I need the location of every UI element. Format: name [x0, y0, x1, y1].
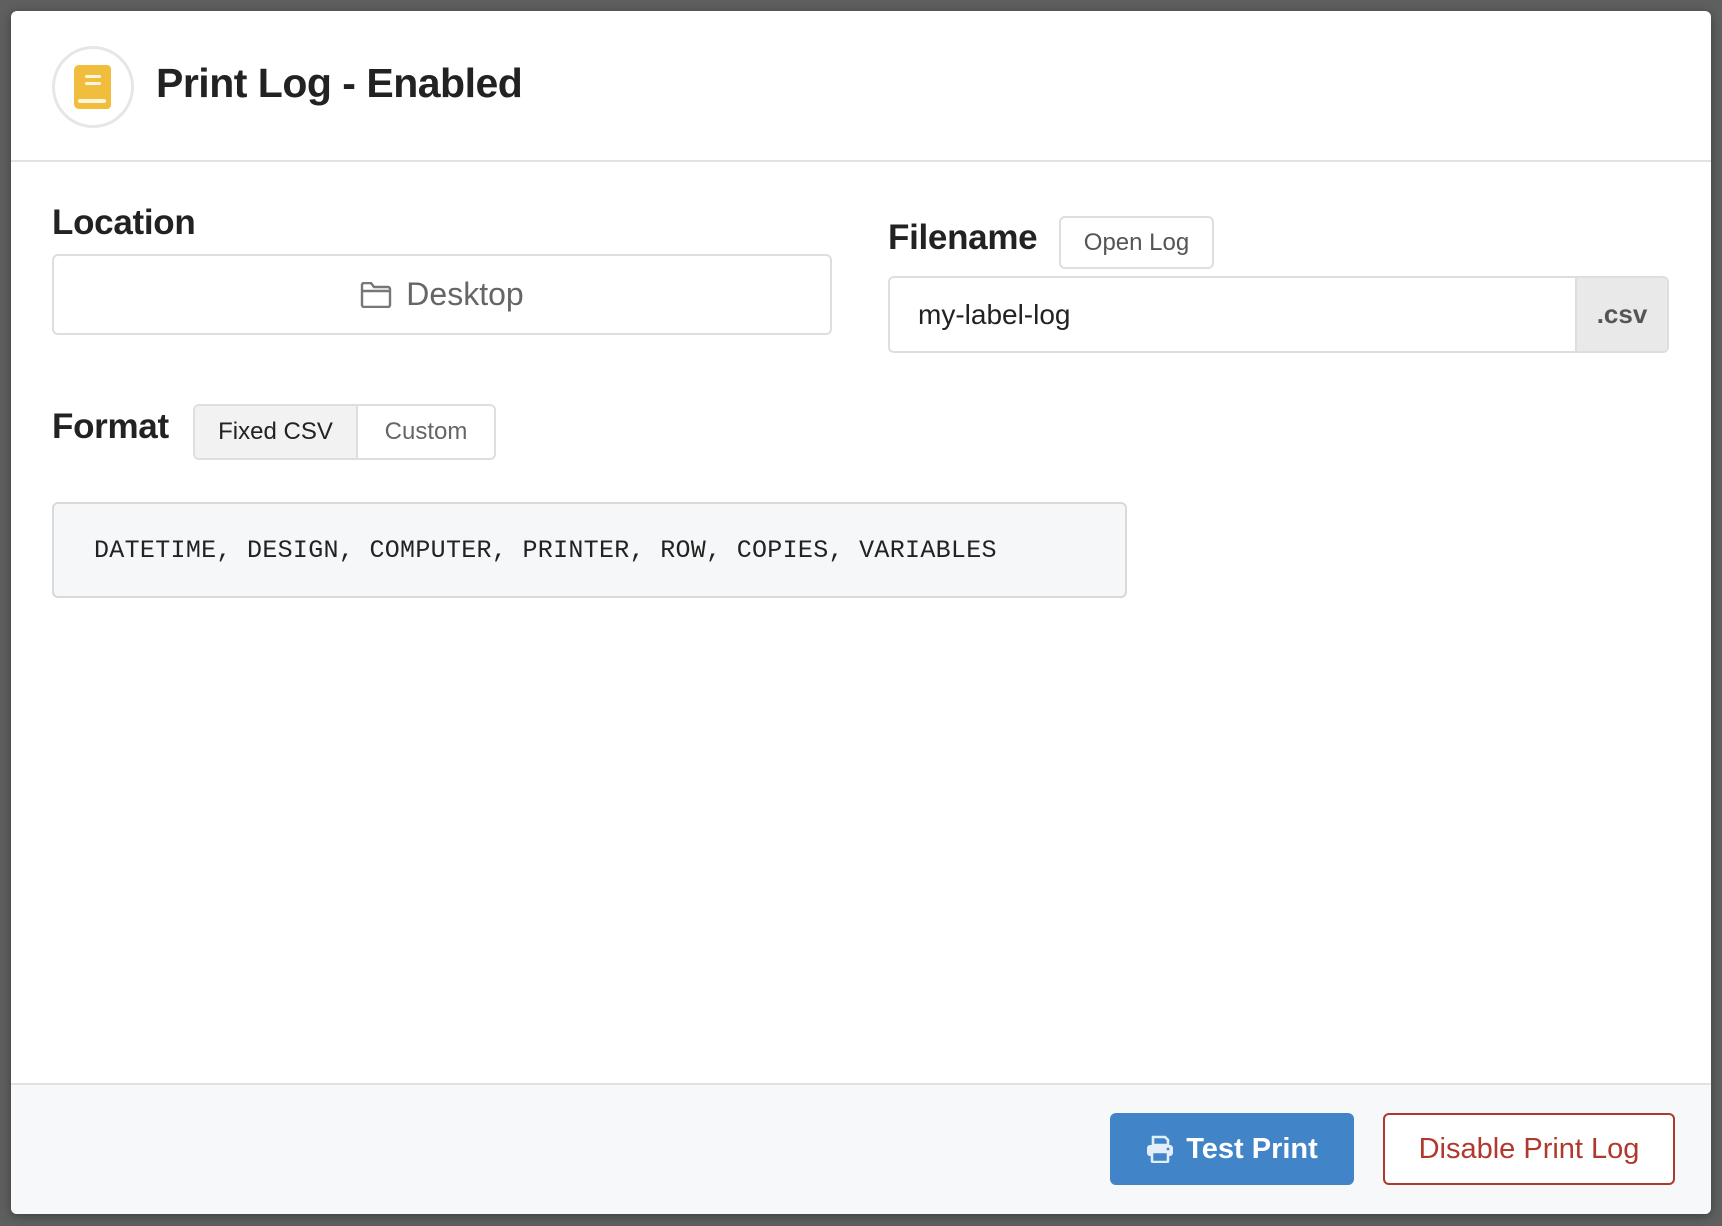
filename-label: Filename	[888, 218, 1038, 257]
dialog-header: Print Log - Enabled	[11, 11, 1711, 162]
format-option-custom[interactable]: Custom	[358, 406, 494, 458]
disable-print-log-button[interactable]: Disable Print Log	[1383, 1113, 1675, 1185]
location-value: Desktop	[406, 276, 524, 312]
test-print-button[interactable]: Test Print	[1110, 1113, 1354, 1185]
format-columns-preview: DATETIME, DESIGN, COMPUTER, PRINTER, ROW…	[52, 502, 1127, 598]
filename-input-group: .csv	[888, 276, 1669, 353]
test-print-label: Test Print	[1186, 1132, 1318, 1165]
filename-extension: .csv	[1575, 278, 1667, 351]
dialog-title: Print Log - Enabled	[156, 60, 523, 106]
format-label: Format	[52, 407, 169, 446]
filename-input[interactable]	[890, 278, 1575, 351]
print-log-dialog: Print Log - Enabled Location Desktop Fil…	[11, 11, 1711, 1214]
format-option-fixed-csv[interactable]: Fixed CSV	[195, 406, 358, 458]
location-picker[interactable]: Desktop	[52, 254, 832, 335]
folder-icon	[361, 281, 392, 308]
location-label: Location	[52, 203, 196, 242]
dialog-footer: Test Print Disable Print Log	[11, 1083, 1711, 1214]
book-icon	[74, 65, 111, 109]
printer-icon	[1147, 1135, 1174, 1163]
header-icon-badge	[52, 46, 134, 128]
format-toggle: Fixed CSV Custom	[193, 404, 496, 460]
open-log-button[interactable]: Open Log	[1059, 216, 1214, 269]
